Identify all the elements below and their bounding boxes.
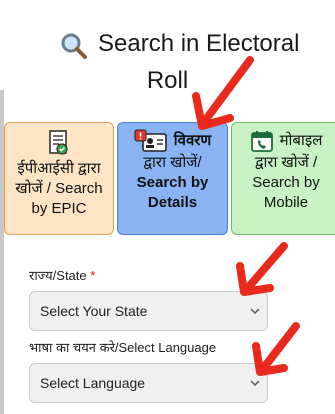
tab-label-line: विवरण	[173, 132, 212, 149]
page-title-continued: Roll	[146, 67, 189, 94]
annotation-arrow-icon	[192, 56, 254, 130]
tab-search-by-epic[interactable]: ईपीआईसी द्वारा खोजें / Search by EPIC	[4, 122, 114, 235]
state-select-value: Select Your State	[40, 303, 148, 319]
language-select[interactable]: Select Language	[29, 363, 268, 403]
page-header: Search in Electoral Roll	[0, 12, 335, 102]
language-label: भाषा का चयन करे/Select Language	[29, 340, 217, 355]
tab-label-line: मोबाइल	[279, 132, 323, 149]
search-icon	[61, 33, 87, 59]
annotation-arrow-icon	[252, 322, 300, 376]
required-asterisk: *	[90, 268, 96, 283]
state-label-text: राज्य/State	[29, 268, 87, 283]
tab-label-line: by EPIC	[31, 200, 87, 217]
tab-label-line: खोजें / Search	[15, 180, 103, 197]
tab-label-line: Mobile	[263, 194, 309, 211]
tab-label-line: द्वारा खोजें/	[143, 154, 202, 171]
tab-search-by-mobile[interactable]: मोबाइल द्वारा खोजें / Search by Mobile	[231, 122, 335, 235]
annotation-arrow-icon	[236, 242, 288, 296]
tab-label-line: Search by	[136, 174, 209, 191]
tab-label-line: Search by	[252, 174, 320, 191]
tab-label-line: द्वारा खोजें /	[254, 154, 318, 171]
chevron-down-icon	[250, 308, 260, 315]
id-card-alert-icon	[134, 129, 167, 152]
state-label: राज्य/State *	[29, 266, 95, 284]
tab-label-line: ईपीआईसी द्वारा	[17, 160, 101, 177]
tab-label-line: Details	[147, 194, 198, 211]
calendar-phone-icon	[250, 131, 273, 152]
language-select-value: Select Language	[40, 375, 146, 391]
tab-search-by-details[interactable]: विवरण द्वारा खोजें/ Search by Details	[117, 122, 228, 235]
epic-card-icon	[49, 130, 68, 155]
